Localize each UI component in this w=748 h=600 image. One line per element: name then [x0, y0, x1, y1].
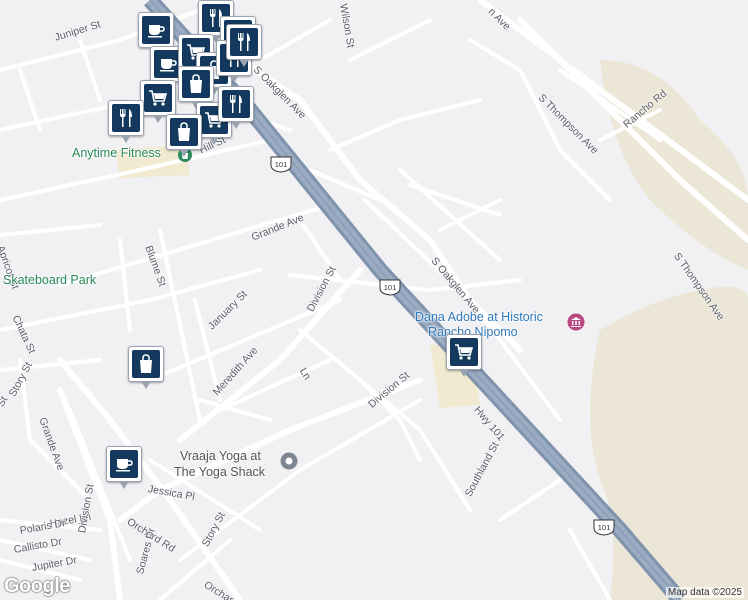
fork-knife-icon — [222, 90, 250, 118]
map-marker-restaurant[interactable] — [108, 100, 144, 143]
poi-label-anytime-fitness[interactable]: Anytime Fitness — [72, 146, 161, 160]
map-attribution[interactable]: Map data ©2025 — [665, 587, 744, 598]
svg-text:101: 101 — [275, 160, 288, 169]
shopping-cart-icon — [144, 84, 172, 112]
hwy-101-shield: 101 — [379, 279, 401, 296]
svg-text:101: 101 — [384, 283, 397, 292]
fork-knife-icon — [230, 28, 258, 56]
google-logo: Google — [4, 575, 70, 597]
poi-label-skateboard-park[interactable]: Skateboard Park — [3, 273, 96, 287]
map-marker-restaurant[interactable] — [226, 24, 262, 67]
museum-icon — [567, 313, 585, 331]
map-marker-shopping[interactable] — [178, 66, 214, 109]
svg-text:101: 101 — [598, 523, 611, 532]
poi-label-yoga-line2[interactable]: The Yoga Shack — [174, 465, 265, 479]
fork-knife-icon — [112, 104, 140, 132]
map-marker-grocery[interactable] — [140, 80, 176, 123]
coffee-cup-icon — [110, 450, 138, 478]
shopping-bag-icon — [170, 118, 198, 146]
map-marker-restaurant[interactable] — [218, 86, 254, 129]
map-base — [0, 0, 748, 600]
shopping-bag-icon — [132, 350, 160, 378]
hwy-101-shield: 101 — [593, 519, 615, 536]
map-marker-coffee[interactable] — [138, 12, 174, 55]
map-canvas[interactable]: Juniper St Wilson St S Oakglen Ave n Ave… — [0, 0, 748, 600]
coffee-cup-icon — [142, 16, 170, 44]
shopping-bag-icon — [182, 70, 210, 98]
map-marker-grocery[interactable] — [446, 334, 482, 377]
shopping-cart-icon — [450, 338, 478, 366]
yoga-location-icon — [280, 452, 298, 470]
poi-label-dana-adobe-line1[interactable]: Dana Adobe at Historic — [415, 310, 543, 324]
map-marker-coffee[interactable] — [106, 446, 142, 489]
hwy-101-shield: 101 — [270, 156, 292, 173]
poi-label-yoga-line1[interactable]: Vraaja Yoga at — [180, 449, 261, 463]
map-marker-shopping[interactable] — [166, 114, 202, 157]
map-marker-shopping[interactable] — [128, 346, 164, 389]
